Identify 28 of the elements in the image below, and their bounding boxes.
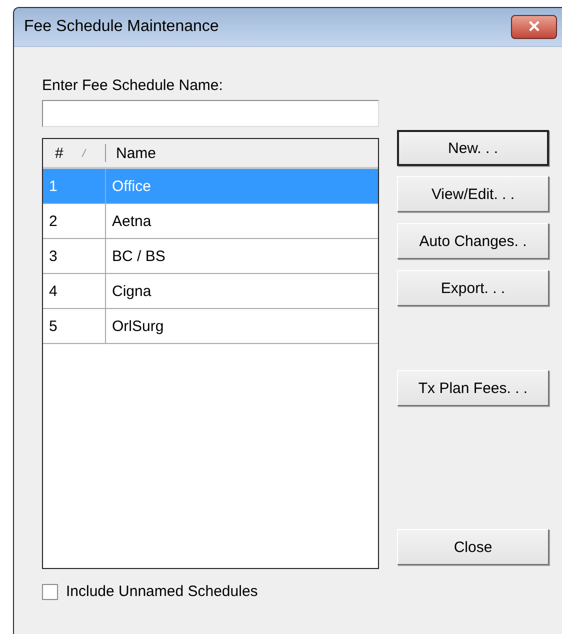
schedule-name: Aetna [112,212,152,230]
row-number: 5 [49,318,58,334]
schedule-name: Cigna [112,282,152,300]
window-title: Fee Schedule Maintenance [24,18,219,36]
sort-icon [81,148,88,158]
list-row[interactable]: 4 Cigna [43,274,378,309]
dialog-button[interactable]: Close [397,529,549,565]
column-header[interactable]: Name [116,144,156,162]
input-field[interactable] [42,100,379,127]
checkbox[interactable] [42,584,58,600]
list-row[interactable]: 2 Aetna [43,204,378,239]
field-label: Enter Fee Schedule Name: [42,77,223,94]
list-row[interactable]: 5 OrlSurg [43,309,378,344]
schedule-name: OrlSurg [112,318,164,334]
checkbox-label: Include Unnamed Schedules [66,583,258,600]
schedule-name: Office [112,178,151,194]
dialog-button[interactable]: View/Edit. . . [397,176,549,212]
row-number: 2 [49,212,58,230]
dialog-button[interactable]: Export. . . [397,270,549,306]
schedule-name: BC / BS [112,248,166,264]
list-row[interactable]: 3 BC / BS [43,239,378,274]
column-header[interactable]: # [55,144,64,162]
row-number: 3 [49,248,58,264]
row-number: 4 [49,282,58,300]
dialog-button[interactable]: Tx Plan Fees. . . [397,370,549,406]
dialog-button[interactable]: Auto Changes. . [397,223,549,259]
row-number: 1 [49,178,58,194]
dialog-button[interactable]: New. . . [397,130,549,166]
